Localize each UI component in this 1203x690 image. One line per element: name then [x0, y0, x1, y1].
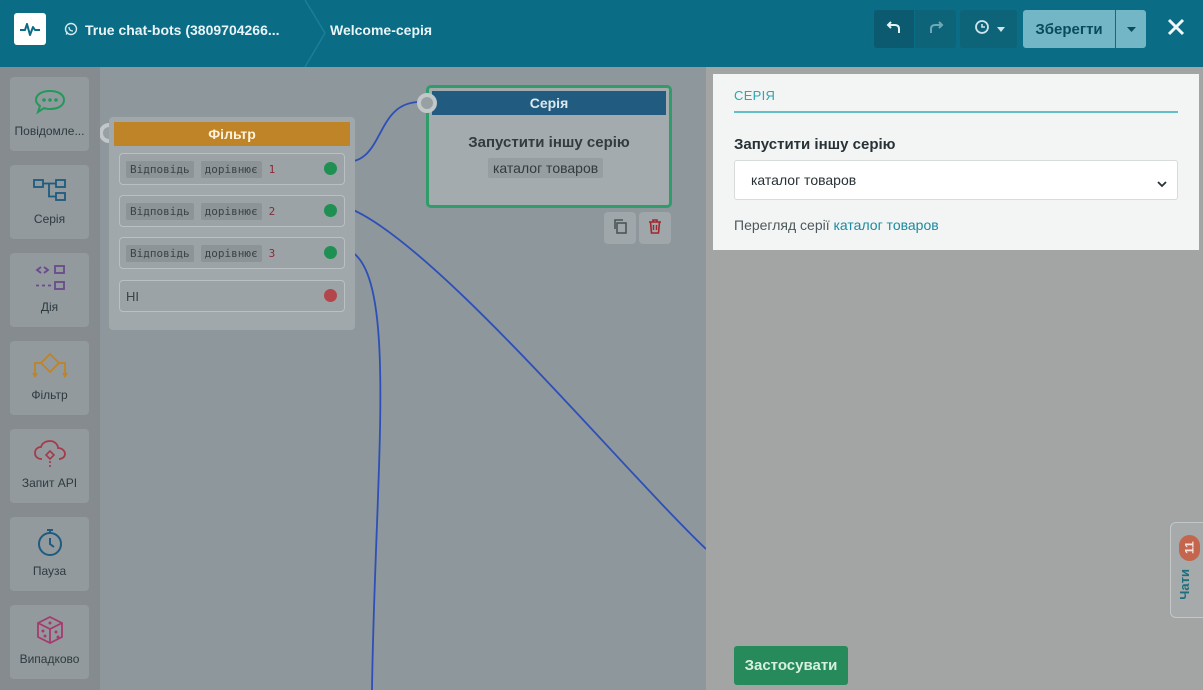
caret-down-icon [996, 20, 1005, 38]
condition-field: Відповідь [126, 202, 194, 220]
copy-icon [612, 218, 628, 239]
palette-item-label: Фільтр [31, 388, 68, 402]
filter-else-row[interactable]: НІ [119, 280, 345, 312]
connection-wire [345, 101, 421, 163]
series-preview: Перегляд серії каталог товаров [734, 217, 939, 233]
output-port[interactable] [324, 289, 337, 302]
redo-icon [928, 19, 944, 40]
palette-item-pause[interactable]: Пауза [10, 517, 89, 591]
top-bar: True chat-bots (3809704266... Welcome-се… [0, 0, 1203, 67]
palette-item-filter[interactable]: Фільтр [10, 341, 89, 415]
flow-canvas[interactable]: Фільтр Відповідь дорівнює 1 Відповідь до… [100, 67, 706, 690]
condition-operator: дорівнює [200, 244, 262, 262]
palette-item-message[interactable]: Повідомле... [10, 77, 89, 151]
undo-icon [886, 19, 902, 40]
palette-item-label: Серія [33, 212, 66, 226]
series-select-value: каталог товаров [751, 172, 857, 188]
palette-item-api[interactable]: Запит API [10, 429, 89, 503]
palette-item-random[interactable]: Випадково [10, 605, 89, 679]
series-flow-icon [30, 173, 70, 207]
filter-node-title: Фільтр [114, 122, 350, 146]
series-node-action: Запустити іншу серію [468, 134, 630, 151]
tab-series[interactable]: СЕРІЯ [734, 88, 775, 103]
series-settings-card: СЕРІЯ Запустити іншу серію каталог товар… [713, 74, 1199, 250]
caret-down-icon [1126, 20, 1136, 38]
preview-prefix: Перегляд серії [734, 217, 834, 233]
api-cloud-icon [30, 437, 70, 471]
breadcrumb-bot[interactable]: True chat-bots (3809704266... [64, 0, 280, 60]
whatsapp-icon [64, 22, 78, 39]
apply-button[interactable]: Застосувати [734, 646, 848, 685]
node-palette: Повідомле... Серія Дія Фільтр Запит API … [0, 67, 100, 690]
chats-badge: 11 [1179, 535, 1200, 561]
history-icon [973, 19, 991, 40]
chevron-down-icon [1157, 175, 1167, 191]
palette-item-label: Дія [40, 300, 59, 314]
condition-value: 1 [268, 162, 276, 176]
close-icon [1166, 17, 1186, 42]
filter-condition-row[interactable]: Відповідь дорівнює 2 [119, 195, 345, 227]
app-logo-icon[interactable] [14, 13, 46, 45]
condition-value: 3 [268, 246, 276, 260]
chats-tab[interactable]: 11 Чати [1170, 522, 1203, 618]
connection-wire [345, 206, 706, 550]
properties-panel: СЕРІЯ Запустити іншу серію каталог товар… [706, 67, 1203, 690]
palette-item-label: Повідомле... [14, 124, 85, 138]
flow-name: Welcome-серія [330, 22, 433, 38]
chats-label: Чати [1177, 569, 1192, 600]
filter-node[interactable]: Фільтр Відповідь дорівнює 1 Відповідь до… [109, 117, 355, 330]
filter-icon [30, 349, 70, 383]
trash-icon [647, 218, 663, 239]
bot-name: True chat-bots (3809704266... [85, 22, 280, 38]
dice-icon [30, 613, 70, 647]
field-label: Запустити іншу серію [734, 136, 896, 153]
series-node-title: Серія [432, 91, 666, 115]
output-port[interactable] [324, 162, 337, 175]
close-button[interactable] [1163, 14, 1189, 44]
history-button[interactable] [960, 10, 1017, 48]
condition-value: 2 [268, 204, 276, 218]
condition-operator: дорівнює [200, 160, 262, 178]
palette-item-label: Випадково [19, 652, 80, 666]
palette-item-series[interactable]: Серія [10, 165, 89, 239]
tab-underline [734, 111, 1178, 113]
palette-item-label: Пауза [32, 564, 67, 578]
series-select[interactable]: каталог товаров [734, 160, 1178, 200]
condition-operator: дорівнює [200, 202, 262, 220]
preview-link[interactable]: каталог товаров [834, 217, 939, 233]
palette-item-action[interactable]: Дія [10, 253, 89, 327]
else-label: НІ [126, 288, 139, 304]
undo-button[interactable] [874, 10, 914, 48]
palette-item-label: Запит API [21, 476, 78, 490]
condition-field: Відповідь [126, 244, 194, 262]
filter-condition-row[interactable]: Відповідь дорівнює 3 [119, 237, 345, 269]
message-icon [30, 85, 70, 119]
filter-condition-row[interactable]: Відповідь дорівнює 1 [119, 153, 345, 185]
save-options-button[interactable] [1116, 10, 1146, 48]
output-port[interactable] [324, 246, 337, 259]
output-port[interactable] [324, 204, 337, 217]
breadcrumb-flow[interactable]: Welcome-серія [330, 0, 432, 60]
condition-field: Відповідь [126, 160, 194, 178]
copy-node-button[interactable] [604, 212, 636, 244]
series-node[interactable]: Серія Запустити іншу серію каталог товар… [426, 85, 672, 208]
breadcrumb-separator [304, 0, 326, 67]
redo-button[interactable] [915, 10, 956, 48]
series-node-target: каталог товаров [488, 158, 604, 178]
delete-node-button[interactable] [639, 212, 671, 244]
series-input-port[interactable] [417, 93, 437, 113]
stopwatch-icon [30, 525, 70, 559]
action-icon [30, 261, 70, 295]
save-button[interactable]: Зберегти [1023, 10, 1115, 48]
